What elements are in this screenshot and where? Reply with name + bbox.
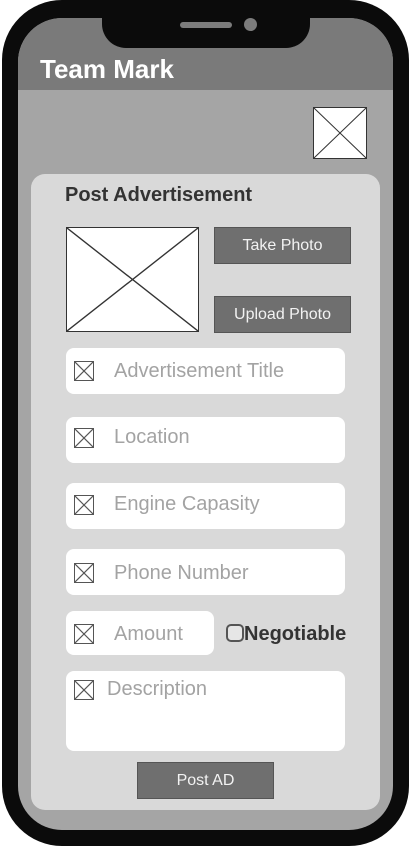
phone-number-field[interactable]: Phone Number — [66, 549, 345, 595]
advertisement-title-field[interactable]: Advertisement Title — [66, 348, 345, 394]
speaker-icon — [180, 22, 232, 28]
post-ad-card: Post Advertisement Take Photo Upload Pho… — [31, 174, 380, 810]
advertisement-title-placeholder: Advertisement Title — [114, 360, 285, 382]
header-image-placeholder-icon — [313, 107, 367, 159]
placeholder-x-icon — [74, 624, 94, 644]
description-field[interactable]: Description — [66, 671, 345, 751]
engine-capacity-placeholder: Engine Capasity — [114, 493, 260, 515]
engine-capacity-field[interactable]: Engine Capasity — [66, 483, 345, 529]
placeholder-x-icon — [74, 428, 94, 448]
form-title: Post Advertisement — [65, 184, 253, 206]
location-placeholder: Location — [114, 426, 190, 448]
app-title: Team Mark — [40, 54, 174, 84]
post-ad-button[interactable]: Post AD — [137, 762, 274, 799]
description-placeholder: Description — [107, 678, 208, 700]
negotiable-checkbox[interactable] — [226, 624, 244, 642]
placeholder-x-icon — [74, 680, 94, 700]
location-field[interactable]: Location — [66, 417, 345, 463]
placeholder-x-icon — [74, 361, 94, 381]
placeholder-x-icon — [74, 495, 94, 515]
amount-field[interactable]: Amount — [66, 611, 214, 655]
upload-photo-button[interactable]: Upload Photo — [214, 296, 351, 333]
negotiable-label: Negotiable — [244, 623, 347, 645]
take-photo-button[interactable]: Take Photo — [214, 227, 351, 264]
camera-icon — [244, 18, 257, 31]
photo-placeholder-icon — [66, 227, 199, 332]
phone-number-placeholder: Phone Number — [114, 562, 249, 584]
placeholder-x-icon — [74, 563, 94, 583]
amount-placeholder: Amount — [114, 623, 183, 645]
